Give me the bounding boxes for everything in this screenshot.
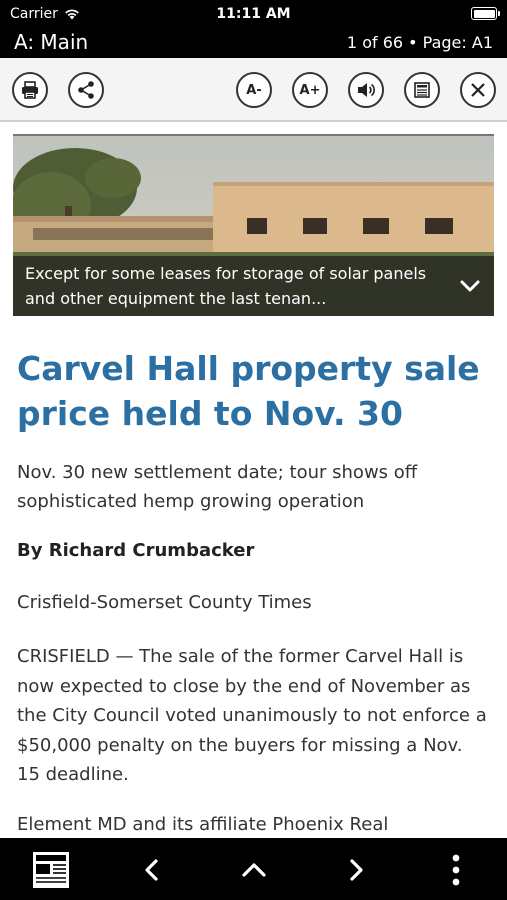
status-bar: Carrier 11:11 AM: [0, 0, 507, 28]
close-icon: [471, 83, 485, 97]
close-button[interactable]: [460, 72, 496, 108]
audio-button[interactable]: [348, 72, 384, 108]
article-byline: By Richard Crumbacker: [17, 540, 255, 561]
title-bar: A: Main 1 of 66 • Page: A1: [0, 28, 507, 58]
page-indicator: 1 of 66 • Page: A1: [346, 33, 493, 52]
decrease-font-button[interactable]: A-: [236, 72, 272, 108]
clock: 11:11 AM: [216, 6, 291, 22]
more-options-button[interactable]: [436, 850, 476, 890]
chevron-down-icon[interactable]: [458, 274, 482, 298]
battery-icon: [471, 7, 500, 20]
bottom-navigation: [0, 838, 507, 900]
increase-font-button[interactable]: A+: [292, 72, 328, 108]
article-photo[interactable]: Except for some leases for storage of so…: [13, 136, 494, 316]
article-paragraph: CRISFIELD — The sale of the former Carve…: [17, 646, 487, 785]
chevron-right-icon: [350, 859, 363, 881]
share-icon: [78, 81, 94, 99]
text-view-button[interactable]: [404, 72, 440, 108]
article-toolbar: A- A+: [0, 58, 507, 122]
photo-caption-text: Except for some leases for storage of so…: [25, 264, 427, 308]
article-text-icon: [414, 82, 430, 98]
more-vertical-icon: [452, 854, 460, 886]
article-content[interactable]: Except for some leases for storage of so…: [0, 122, 507, 838]
photo-caption: Except for some leases for storage of so…: [13, 256, 494, 316]
article-subhead: Nov. 30 new settlement date; tour shows …: [17, 462, 418, 512]
battery-level: [473, 9, 495, 18]
increase-font-label: A+: [299, 82, 321, 98]
printer-icon: [22, 81, 38, 99]
section-title: A: Main: [14, 30, 89, 54]
newspaper-pages-icon: [33, 852, 69, 888]
speaker-icon: [358, 83, 375, 97]
chevron-left-icon: [145, 859, 158, 881]
share-button[interactable]: [68, 72, 104, 108]
previous-page-button[interactable]: [132, 850, 172, 890]
article-source: Crisfield-Somerset County Times: [17, 592, 312, 613]
chevron-up-icon: [242, 863, 266, 877]
decrease-font-label: A-: [246, 82, 262, 98]
pages-button[interactable]: [31, 850, 71, 890]
print-button[interactable]: [12, 72, 48, 108]
article-paragraph: Element MD and its affiliate Phoenix Rea…: [17, 814, 389, 835]
next-page-button[interactable]: [336, 850, 376, 890]
article-headline: Carvel Hall property sale price held to …: [17, 349, 480, 433]
up-button[interactable]: [234, 850, 274, 890]
